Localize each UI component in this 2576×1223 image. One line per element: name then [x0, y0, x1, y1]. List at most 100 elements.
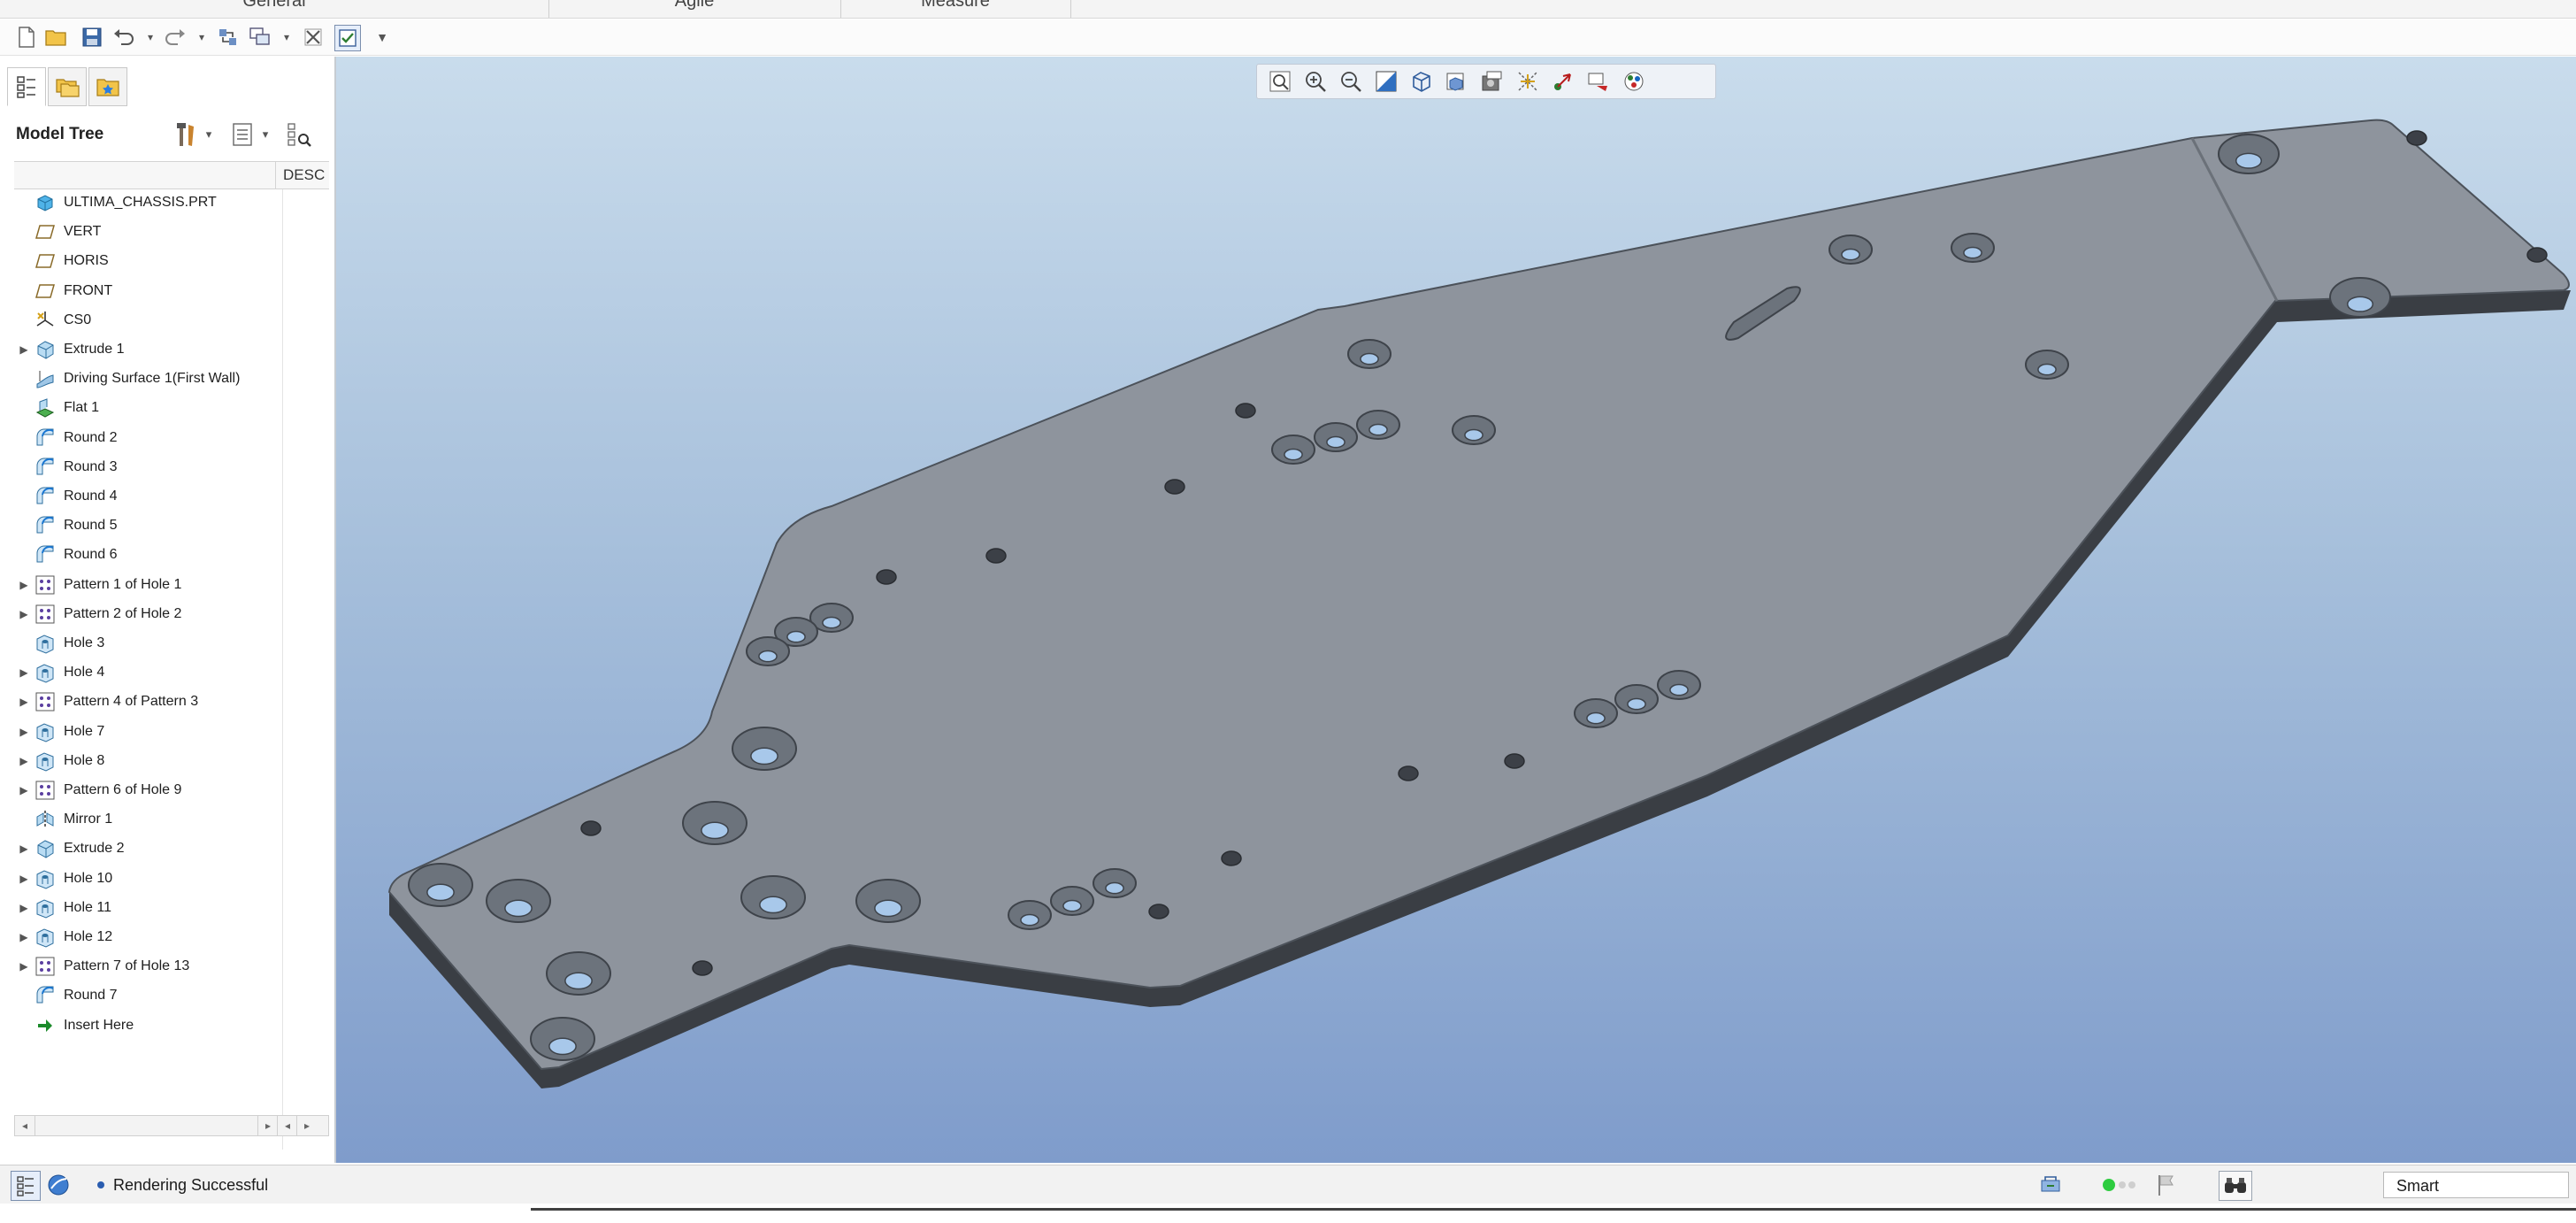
open-folder-icon[interactable]: [44, 25, 69, 50]
ribbon-group-measure[interactable]: Measure: [840, 0, 1071, 18]
through-hole[interactable]: [2406, 130, 2427, 146]
tree-item[interactable]: Hole 3: [14, 630, 280, 657]
hole-bore[interactable]: [1841, 248, 1860, 261]
datum-display-filters-icon[interactable]: [1510, 66, 1545, 96]
check-model-icon[interactable]: [334, 25, 361, 51]
tree-item[interactable]: ▶ Hole 11: [14, 895, 280, 921]
through-hole[interactable]: [692, 960, 713, 976]
tab-model-tree[interactable]: [7, 67, 46, 106]
zoom-in-icon[interactable]: [1298, 66, 1333, 96]
annotation-display-icon[interactable]: [1581, 66, 1616, 96]
expand-arrow-icon[interactable]: ▶: [14, 336, 34, 363]
tree-item[interactable]: ▶ Extrude 1: [14, 336, 280, 363]
saved-orientations-icon[interactable]: [1439, 66, 1475, 96]
expand-arrow-icon[interactable]: ▶: [14, 865, 34, 892]
redo-dropdown-icon[interactable]: ▾: [196, 30, 207, 44]
tree-item[interactable]: ▶ Hole 10: [14, 865, 280, 892]
hole-bore[interactable]: [874, 899, 902, 918]
tree-item[interactable]: Round 2: [14, 425, 280, 451]
hole-bore[interactable]: [1105, 881, 1124, 895]
settings-tools-icon[interactable]: [172, 120, 200, 149]
hole-bore[interactable]: [1464, 428, 1484, 442]
tree-item[interactable]: Round 3: [14, 454, 280, 481]
tree-item[interactable]: Round 4: [14, 483, 280, 510]
toggle-browser-icon[interactable]: [44, 1171, 73, 1199]
hole-bore[interactable]: [1963, 246, 1982, 259]
hole-bore[interactable]: [1284, 448, 1303, 461]
zoom-out-icon[interactable]: [1333, 66, 1368, 96]
tree-item[interactable]: Flat 1: [14, 395, 280, 421]
redo-icon[interactable]: [163, 25, 188, 50]
tree-item[interactable]: VERT: [14, 219, 280, 245]
hole-bore[interactable]: [1627, 697, 1646, 711]
through-hole[interactable]: [2526, 247, 2548, 263]
expand-arrow-icon[interactable]: ▶: [14, 601, 34, 627]
hole-bore[interactable]: [822, 616, 841, 629]
toggle-navigator-icon[interactable]: [11, 1171, 41, 1201]
selection-filter-dropdown[interactable]: Smart: [2383, 1172, 2569, 1198]
scroll-left-icon[interactable]: ◂: [15, 1116, 35, 1135]
windows-icon[interactable]: [248, 25, 272, 50]
through-hole[interactable]: [1504, 753, 1525, 769]
hole-bore[interactable]: [701, 821, 729, 840]
regenerate-icon[interactable]: [216, 25, 241, 50]
through-hole[interactable]: [1398, 765, 1419, 781]
tree-item[interactable]: ▶ Pattern 4 of Pattern 3: [14, 688, 280, 715]
through-hole[interactable]: [1164, 479, 1185, 495]
column-scroll-right-icon[interactable]: ▸: [296, 1116, 317, 1135]
through-hole[interactable]: [1148, 904, 1169, 919]
through-hole[interactable]: [985, 548, 1007, 564]
expand-arrow-icon[interactable]: ▶: [14, 572, 34, 598]
hole-bore[interactable]: [786, 630, 806, 643]
expand-arrow-icon[interactable]: ▶: [14, 895, 34, 921]
expand-arrow-icon[interactable]: ▶: [14, 688, 34, 715]
through-hole[interactable]: [876, 569, 897, 585]
tree-item[interactable]: ▶ Hole 12: [14, 924, 280, 950]
hole-bore[interactable]: [750, 747, 778, 765]
display-style-icon[interactable]: [1404, 66, 1439, 96]
expand-arrow-icon[interactable]: ▶: [14, 924, 34, 950]
tree-item[interactable]: ▶ Hole 8: [14, 748, 280, 774]
appearance-icon[interactable]: [1616, 66, 1652, 96]
tree-item[interactable]: ▶ Hole 4: [14, 659, 280, 686]
expand-arrow-icon[interactable]: ▶: [14, 777, 34, 804]
tree-item[interactable]: ▶ Pattern 6 of Hole 9: [14, 777, 280, 804]
view-manager-icon[interactable]: [1475, 66, 1510, 96]
tree-item[interactable]: ▶ Pattern 1 of Hole 1: [14, 572, 280, 598]
tab-folder-browser[interactable]: [48, 67, 87, 106]
show-list-icon[interactable]: [228, 120, 257, 149]
tree-item[interactable]: CS0: [14, 307, 280, 334]
expand-arrow-icon[interactable]: ▶: [14, 953, 34, 980]
repaint-icon[interactable]: [1368, 66, 1404, 96]
show-dropdown-icon[interactable]: ▾: [258, 120, 272, 149]
ribbon-group-general[interactable]: General: [0, 0, 549, 18]
tree-filters-icon[interactable]: [285, 120, 313, 149]
hole-bore[interactable]: [1586, 711, 1606, 725]
close-window-icon[interactable]: [301, 25, 326, 50]
scroll-right-icon[interactable]: ▸: [257, 1116, 278, 1135]
save-icon[interactable]: [80, 25, 104, 50]
column-header-desc[interactable]: DESC: [275, 162, 329, 188]
new-file-icon[interactable]: [14, 25, 39, 50]
hole-bore[interactable]: [1360, 352, 1379, 365]
hole-bore[interactable]: [504, 899, 533, 918]
hole-bore[interactable]: [759, 896, 787, 914]
tab-favorites[interactable]: [88, 67, 127, 106]
tree-item[interactable]: ▶ Pattern 7 of Hole 13: [14, 953, 280, 980]
hole-bore[interactable]: [564, 972, 593, 990]
tree-item[interactable]: Insert Here: [14, 1012, 280, 1039]
tree-item[interactable]: ULTIMA_CHASSIS.PRT: [14, 189, 280, 216]
spin-center-icon[interactable]: [1545, 66, 1581, 96]
hole-bore[interactable]: [548, 1037, 577, 1056]
through-hole[interactable]: [1221, 850, 1242, 866]
tree-item[interactable]: HORIS: [14, 248, 280, 274]
tree-item[interactable]: ▶ Extrude 2: [14, 835, 280, 862]
through-hole[interactable]: [1235, 403, 1256, 419]
hole-bore[interactable]: [758, 650, 778, 663]
column-scroll-left-icon[interactable]: ◂: [277, 1116, 297, 1135]
find-icon[interactable]: [2219, 1171, 2252, 1201]
hole-bore[interactable]: [426, 883, 455, 902]
expand-arrow-icon[interactable]: ▶: [14, 835, 34, 862]
hole-bore[interactable]: [2037, 363, 2057, 376]
expand-arrow-icon[interactable]: ▶: [14, 719, 34, 745]
